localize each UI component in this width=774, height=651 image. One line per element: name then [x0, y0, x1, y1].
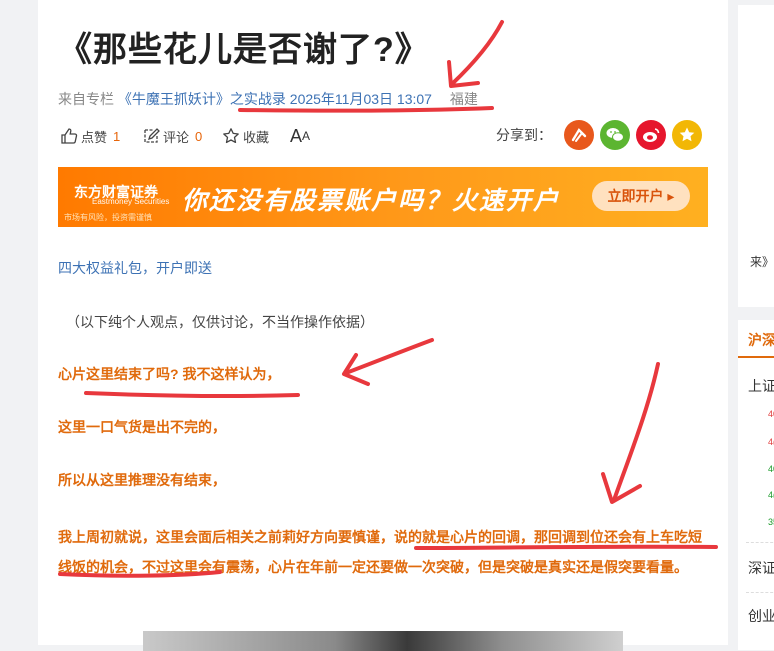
font-size-large-glyph: A [290, 125, 303, 146]
index-number: 4( [768, 437, 774, 447]
article-panel: 《那些花儿是否谢了?》 来自专栏 《牛魔王抓妖计》之实战录 2025年11月03… [38, 0, 728, 651]
banner-brand-en: Eastmoney Securities [92, 197, 170, 206]
paragraph-2: 这里一口气货是出不完的， [58, 419, 226, 435]
like-label: 点赞 [81, 129, 108, 145]
index-row-label[interactable]: 上证 [748, 376, 774, 396]
market-divider [746, 542, 774, 543]
disclaimer-text: （以下纯个人观点，仅供讨论，不当作操作依据） [66, 314, 374, 330]
paragraph-1: 心片这里结束了吗? 我不这样认为， [58, 366, 281, 382]
article-title: 《那些花儿是否谢了?》 [58, 31, 430, 69]
comment-button[interactable]: 评论 0 [142, 124, 202, 148]
article-image [143, 631, 623, 651]
column-link[interactable]: 《牛魔王抓妖计》之实战录 [118, 91, 286, 107]
paragraph-3: 所以从这里推理没有结束， [58, 472, 226, 488]
comment-count: 0 [195, 128, 203, 144]
market-tab-underline [738, 356, 774, 358]
comment-label: 评论 [163, 129, 190, 145]
market-divider [746, 592, 774, 593]
paragraph-4: 我上周初就说，这里会面后相关之前莉好方向要慎谨，说的就是心片的回调，那回调到位还… [58, 529, 702, 575]
share-qzone-button[interactable] [672, 120, 702, 150]
wechat-icon [606, 128, 624, 142]
market-panel: 沪深 上证 40 4( 40 4( 35 深证 创业 [738, 320, 774, 650]
banner-risk-note: 市场有风险，投资需谨慎 [64, 213, 152, 222]
banner-slogan: 你还没有股票账户吗？火速开户 [182, 187, 561, 215]
star-icon [223, 128, 239, 144]
source-prefix: 来自专栏 [58, 91, 114, 107]
comment-edit-icon [144, 128, 160, 143]
collect-label: 收藏 [243, 129, 270, 145]
index-row-label[interactable]: 深证 [748, 558, 774, 578]
sidebar-card: 来》 [738, 5, 774, 307]
promo-link[interactable]: 四大权益礼包，开户即送 [58, 258, 212, 278]
collect-button[interactable]: 收藏 [222, 124, 269, 148]
thumbs-up-icon [61, 128, 78, 144]
like-count: 1 [113, 128, 121, 144]
like-button[interactable]: 点赞 1 [60, 124, 120, 148]
share-eastmoney-button[interactable] [564, 120, 594, 150]
font-size-small-glyph: A [302, 129, 311, 143]
qzone-star-icon [679, 127, 695, 142]
index-number: 35 [768, 517, 774, 527]
market-tab[interactable]: 沪深 [748, 330, 774, 350]
index-number: 40 [768, 464, 774, 474]
index-row-label[interactable]: 创业 [748, 606, 774, 626]
font-size-toggle[interactable]: A A [290, 124, 310, 148]
sidebar-fragment: 来》 [750, 255, 774, 269]
publish-location: 福建 [449, 91, 478, 107]
share-bar: 分享到： [496, 120, 702, 150]
share-label: 分享到： [496, 127, 552, 143]
open-account-banner[interactable]: 东方财富证券 Eastmoney Securities 市场有风险，投资需谨慎 … [58, 167, 708, 227]
index-number: 40 [768, 409, 774, 419]
share-weibo-button[interactable] [636, 120, 666, 150]
publish-datetime: 2025年11月03日 13:07 [289, 91, 432, 107]
share-wechat-button[interactable] [600, 120, 630, 150]
index-number: 4( [768, 490, 774, 500]
open-account-button[interactable]: 立即开户 ▸ [592, 181, 690, 211]
eastmoney-icon [571, 128, 587, 142]
weibo-icon [643, 128, 660, 142]
article-meta: 来自专栏 《牛魔王抓妖计》之实战录 2025年11月03日 13:07 福建 [58, 89, 478, 109]
